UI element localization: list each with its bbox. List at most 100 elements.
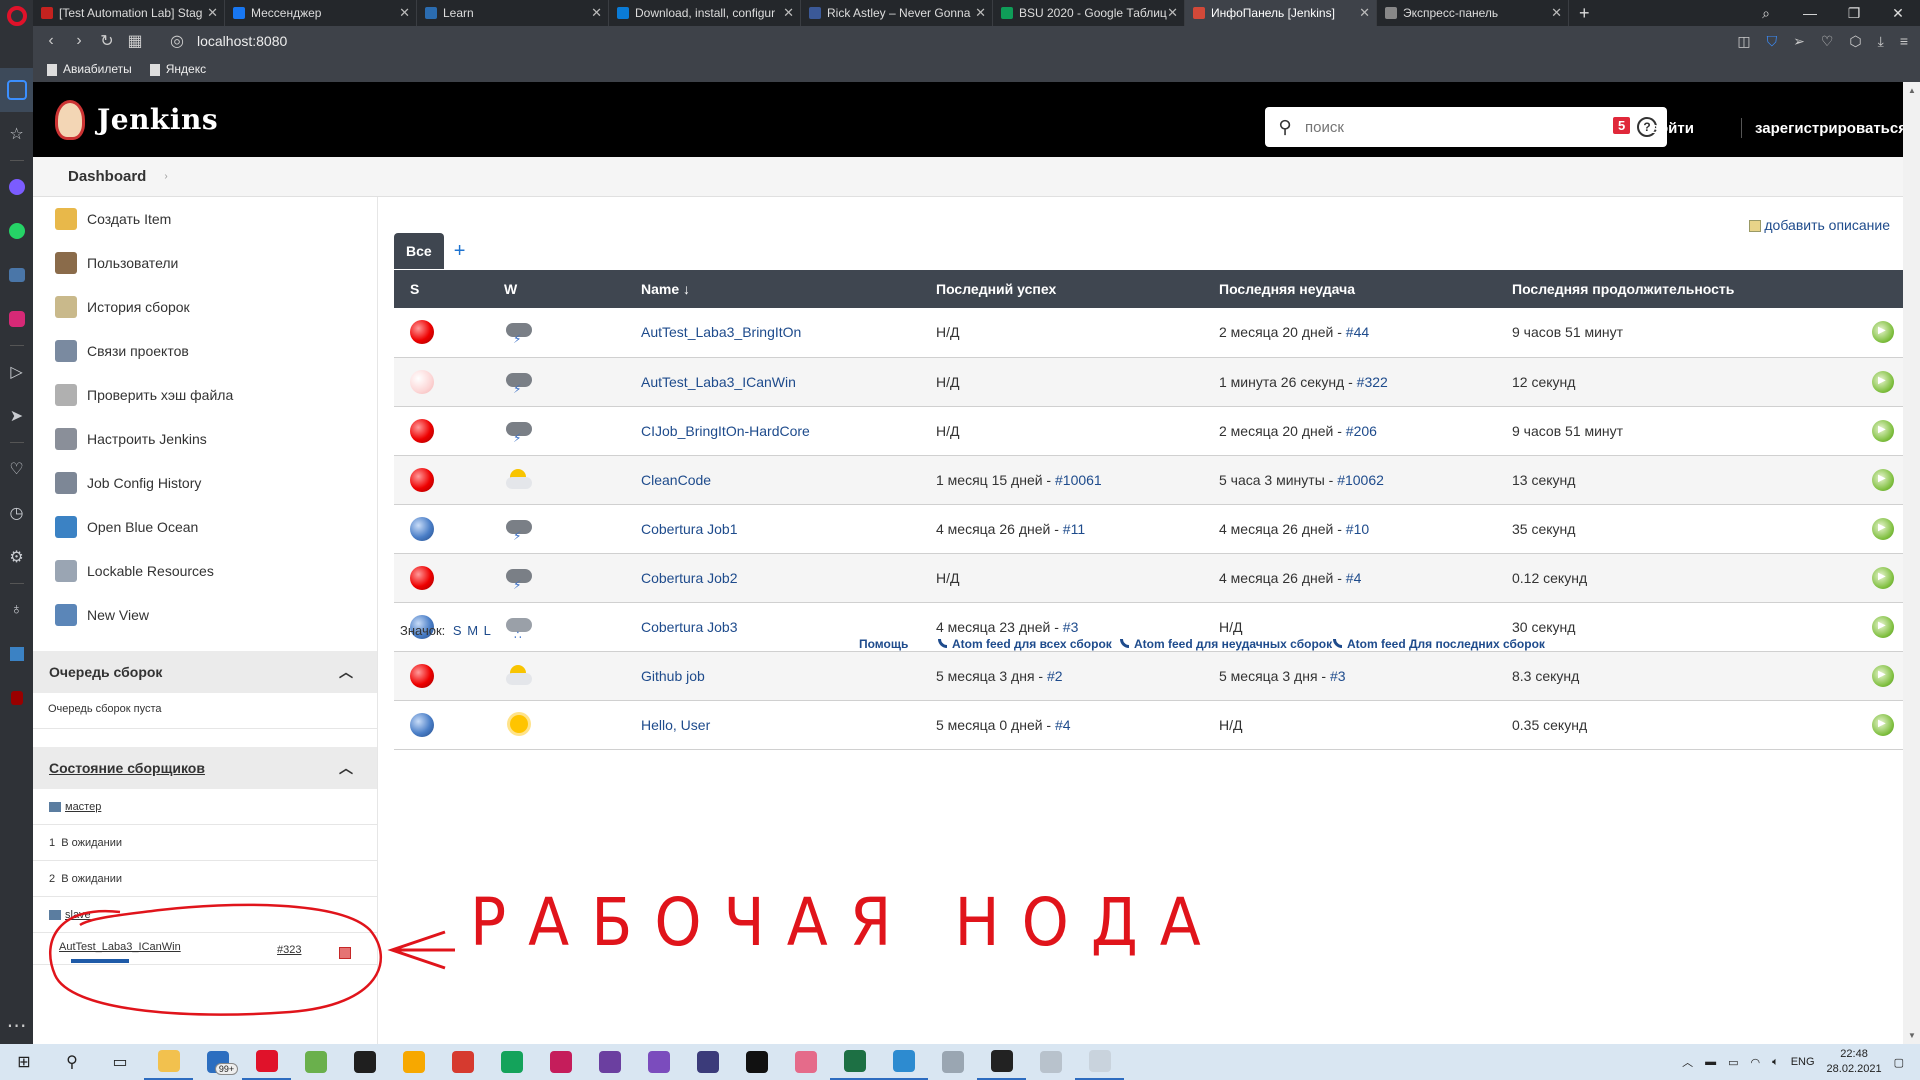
jenkins-logo-icon[interactable]	[55, 99, 85, 140]
column-last-duration[interactable]: Последняя продолжительность	[1512, 270, 1872, 308]
build-status-icon[interactable]	[410, 516, 434, 541]
taskbar-app[interactable]	[144, 1044, 193, 1080]
site-info-icon[interactable]: ◎	[163, 31, 191, 51]
task-link[interactable]: Настроить Jenkins	[33, 417, 377, 461]
star-icon[interactable]: ☆	[0, 112, 33, 156]
browser-tab[interactable]: Learn ✕	[417, 0, 609, 26]
atom-latest-link[interactable]: Atom feed Для последних сборок	[1333, 637, 1545, 651]
shield-icon[interactable]: ⛉	[1767, 33, 1778, 50]
notifications-icon[interactable]: ▢	[1894, 1056, 1904, 1069]
job-link[interactable]: CleanCode	[641, 472, 711, 488]
job-link[interactable]: Cobertura Job2	[641, 570, 738, 586]
settings-icon[interactable]: ⚙	[0, 535, 33, 579]
column-name[interactable]: Name ↓	[641, 270, 936, 308]
job-link[interactable]: Cobertura Job1	[641, 521, 738, 537]
taskbar-app[interactable]	[389, 1044, 438, 1080]
heart-icon[interactable]: ♡	[1821, 33, 1834, 50]
schedule-build-icon[interactable]	[1872, 370, 1894, 393]
weather-cloudy-icon[interactable]	[504, 467, 534, 493]
taskbar-app[interactable]	[830, 1044, 879, 1080]
page-scrollbar[interactable]: ▲ ▼	[1903, 82, 1920, 1044]
restore-icon[interactable]: ❐	[1832, 0, 1876, 26]
job-link[interactable]: Hello, User	[641, 717, 710, 733]
last-success-build-link[interactable]: #3	[1063, 619, 1079, 635]
extension-icon[interactable]	[0, 632, 33, 676]
tab-close-icon[interactable]: ✕	[591, 5, 602, 21]
taskbar-app[interactable]	[438, 1044, 487, 1080]
tray-chevron-icon[interactable]: ︿	[1682, 1054, 1693, 1070]
schedule-build-icon[interactable]	[1872, 566, 1894, 589]
download-icon[interactable]: ⤓	[1878, 33, 1884, 50]
column-last-failure[interactable]: Последняя неудача	[1219, 270, 1512, 308]
last-failure-build-link[interactable]: #10062	[1337, 472, 1384, 488]
opera-logo-icon[interactable]	[6, 6, 27, 26]
scroll-up-icon[interactable]: ▲	[1908, 86, 1916, 95]
last-failure-build-link[interactable]: #10	[1346, 521, 1369, 537]
collapse-icon[interactable]: ︿	[339, 662, 353, 682]
forward-icon[interactable]: ›	[65, 32, 93, 50]
tab-close-icon[interactable]: ✕	[1167, 5, 1178, 21]
last-success-build-link[interactable]: #11	[1063, 521, 1085, 537]
speed-dial-icon[interactable]	[0, 68, 33, 112]
build-status-icon[interactable]	[410, 320, 434, 345]
instagram-icon[interactable]	[0, 297, 33, 341]
tab-all[interactable]: Все	[394, 233, 444, 269]
schedule-build-icon[interactable]	[1872, 468, 1894, 491]
task-link[interactable]: Open Blue Ocean	[33, 505, 377, 549]
weather-cloudy-icon[interactable]	[504, 663, 534, 689]
taskbar-app[interactable]	[928, 1044, 977, 1080]
last-failure-build-link[interactable]: #3	[1330, 668, 1346, 684]
schedule-build-icon[interactable]	[1872, 419, 1894, 442]
heart-icon[interactable]: ♡	[0, 447, 33, 491]
snapshot-icon[interactable]: ◫	[1737, 33, 1750, 50]
task-link[interactable]: Пользователи	[33, 241, 377, 285]
weather-storm-icon[interactable]	[504, 565, 534, 592]
browser-tab[interactable]: BSU 2020 - Google Таблиц ✕	[993, 0, 1185, 26]
browser-tab[interactable]: [Test Automation Lab] Stag ✕	[33, 0, 225, 26]
build-status-icon[interactable]	[410, 369, 434, 394]
tab-close-icon[interactable]: ✕	[783, 5, 794, 21]
taskbar-app[interactable]	[634, 1044, 683, 1080]
taskbar-app[interactable]	[781, 1044, 830, 1080]
last-failure-build-link[interactable]: #322	[1357, 374, 1388, 390]
breadcrumb-arrow-icon[interactable]: ›	[164, 171, 167, 182]
schedule-build-icon[interactable]	[1872, 615, 1894, 638]
taskbar-app[interactable]	[977, 1044, 1026, 1080]
wifi-icon[interactable]: ◠	[1750, 1056, 1760, 1069]
tab-close-icon[interactable]: ✕	[399, 5, 410, 21]
tab-close-icon[interactable]: ✕	[975, 5, 986, 21]
last-failure-build-link[interactable]: #4	[1346, 570, 1362, 586]
task-link[interactable]: Проверить хэш файла	[33, 373, 377, 417]
column-weather[interactable]: W	[474, 270, 641, 308]
running-build-link[interactable]: #323	[277, 944, 301, 956]
minimize-icon[interactable]: —	[1788, 0, 1832, 26]
column-last-success[interactable]: Последний успех	[936, 270, 1219, 308]
send-icon[interactable]: ➢	[1793, 33, 1805, 50]
tab-close-icon[interactable]: ✕	[1551, 5, 1562, 21]
taskbar-app[interactable]	[732, 1044, 781, 1080]
volume-icon[interactable]: 🔈︎	[1772, 1056, 1779, 1069]
windows-start-icon[interactable]: ⊞	[0, 1052, 48, 1072]
build-status-icon[interactable]	[410, 565, 434, 590]
weather-storm-icon[interactable]	[504, 319, 534, 346]
taskbar-app[interactable]	[242, 1044, 291, 1080]
notification-badge[interactable]: 5	[1613, 117, 1631, 134]
atom-all-link[interactable]: Atom feed для всех сборок	[938, 637, 1112, 651]
job-link[interactable]: AutTest_Laba3_ICanWin	[641, 374, 796, 390]
taskbar-app[interactable]	[1026, 1044, 1075, 1080]
tab-close-icon[interactable]: ✕	[1359, 5, 1370, 21]
taskbar-search-icon[interactable]: ⚲	[48, 1052, 96, 1072]
last-failure-build-link[interactable]: #44	[1346, 324, 1369, 340]
help-link[interactable]: Помощь	[859, 637, 908, 651]
task-link[interactable]: New View	[33, 593, 377, 637]
cube-icon[interactable]: ⬡	[1849, 33, 1861, 50]
add-description-link[interactable]: добавить описание	[1749, 217, 1890, 233]
close-window-icon[interactable]: ✕	[1876, 0, 1920, 26]
taskbar-app[interactable]	[585, 1044, 634, 1080]
task-link[interactable]: Lockable Resources	[33, 549, 377, 593]
icon-size-l[interactable]: L	[484, 623, 491, 638]
node-link-master[interactable]: мастер	[65, 801, 101, 813]
taskbar-app[interactable]	[879, 1044, 928, 1080]
browser-tab[interactable]: Экспресс-панель ✕	[1377, 0, 1569, 26]
battery-icon[interactable]: ▭	[1728, 1056, 1738, 1069]
